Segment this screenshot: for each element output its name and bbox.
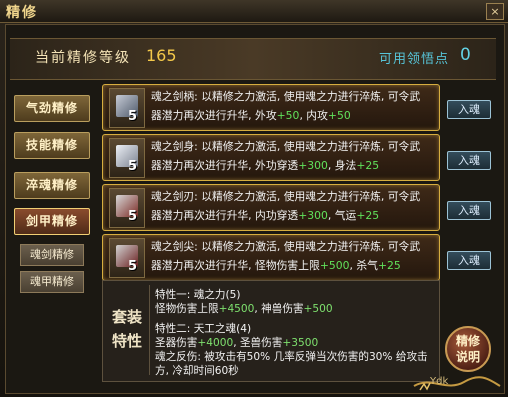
desc-prefix: 器潜力再次进行升华, 怪物伤害上限 [151, 259, 320, 272]
feature-1-prefix: 怪物伤害上限 [155, 303, 219, 315]
enhance-button-3[interactable]: 入魂 [447, 201, 491, 220]
feature-2-mid: , 圣兽伤害 [233, 337, 283, 349]
bonus-2: +25 [377, 259, 401, 272]
set-label-bottom: 特性 [111, 332, 142, 350]
desc-line-2: 器潜力再次进行升华, 怪物伤害上限+500, 杀气+25 [151, 256, 433, 275]
card-description: 魂之剑刃: 以精修之力激活, 使用魂之力进行淬炼, 可令武 器潜力再次进行升华,… [151, 187, 433, 225]
bonus-2: +25 [356, 209, 380, 222]
item-level: 5 [128, 259, 138, 274]
card-sword-tip: 5 魂之剑尖: 以精修之力激活, 使用魂之力进行淬炼, 可令武 器潜力再次进行升… [102, 234, 440, 281]
close-button[interactable]: × [486, 3, 504, 20]
feature-2-line-1: 圣器伤害+4000, 圣兽伤害+3500 [155, 336, 435, 350]
item-level: 5 [128, 109, 138, 124]
logo-text: Ydk [430, 376, 449, 387]
item-slot[interactable]: 5 [109, 138, 145, 178]
nav-sword-armor-refine[interactable]: 剑甲精修 [14, 208, 90, 235]
card-description: 魂之剑身: 以精修之力激活, 使用魂之力进行淬炼, 可令武 器潜力再次进行升华,… [151, 137, 433, 175]
item-level: 5 [128, 209, 138, 224]
bonus-1: +50 [276, 109, 300, 122]
feature-1-mid: , 神兽伤害 [254, 303, 304, 315]
desc-line-2: 器潜力再次进行升华, 外攻+50, 内攻+50 [151, 106, 433, 125]
feature-2-prefix: 圣器伤害 [155, 337, 198, 349]
bonus-2: +50 [327, 109, 351, 122]
nav-temper-refine[interactable]: 淬魂精修 [14, 172, 90, 199]
enhance-button-2[interactable]: 入魂 [447, 151, 491, 170]
item-slot[interactable]: 5 [109, 188, 145, 228]
set-features-panel: 套装 特性 特性一: 魂之力(5) 怪物伤害上限+4500, 神兽伤害+500 … [102, 280, 440, 382]
enhance-button-4[interactable]: 入魂 [447, 251, 491, 270]
set-features-text: 特性一: 魂之力(5) 怪物伤害上限+4500, 神兽伤害+500 特性二: 天… [155, 288, 435, 378]
item-slot[interactable]: 5 [109, 88, 145, 128]
feature-1-value-2: +500 [303, 303, 333, 315]
desc-mid: , 杀气 [349, 259, 378, 272]
refine-help-button[interactable]: 精修 说明 [445, 326, 491, 372]
feature-2-value: +4000 [197, 337, 234, 349]
set-label-top: 套装 [111, 308, 142, 326]
feature-1-title: 特性一: 魂之力(5) [155, 289, 241, 301]
item-level: 5 [128, 159, 138, 174]
feature-2-line-3: 方, 冷却时间60秒 [155, 365, 239, 377]
desc-mid: , 身法 [327, 159, 357, 172]
set-features-label: 套装 特性 [105, 285, 150, 375]
desc-mid: , 气运 [327, 209, 357, 222]
feature-2-title: 特性二: 天工之魂(4) [155, 323, 252, 335]
desc-line-2: 器潜力再次进行升华, 外功穿透+300, 身法+25 [151, 156, 433, 175]
current-level-value: 165 [146, 46, 177, 65]
feature-1-value: +4500 [218, 303, 255, 315]
desc-line-1: 魂之剑刃: 以精修之力激活, 使用魂之力进行淬炼, 可令武 [151, 190, 421, 203]
title-bar: 精修 × [0, 0, 508, 23]
desc-line-1: 魂之剑尖: 以精修之力激活, 使用魂之力进行淬炼, 可令武 [151, 240, 421, 253]
enhance-button-1[interactable]: 入魂 [447, 100, 491, 119]
desc-line-2: 器潜力再次进行升华, 内功穿透+300, 气运+25 [151, 206, 433, 225]
bonus-1: +500 [319, 259, 350, 272]
subnav-soul-armor[interactable]: 魂甲精修 [20, 271, 84, 293]
subnav-soul-sword[interactable]: 魂剑精修 [20, 244, 84, 266]
desc-prefix: 器潜力再次进行升华, 外攻 [151, 109, 277, 122]
card-sword-hilt: 5 魂之剑柄: 以精修之力激活, 使用魂之力进行淬炼, 可令武 器潜力再次进行升… [102, 84, 440, 131]
bonus-2: +25 [356, 159, 380, 172]
desc-prefix: 器潜力再次进行升华, 内功穿透 [151, 209, 299, 222]
logo: Ydk [412, 374, 502, 394]
card-description: 魂之剑尖: 以精修之力激活, 使用魂之力进行淬炼, 可令武 器潜力再次进行升华,… [151, 237, 433, 275]
current-level-label: 当前精修等级 [35, 50, 131, 66]
refine-window: 精修 × 当前精修等级 165 可用领悟点 0 气劲精修 技能精修 淬魂精修 剑… [0, 0, 508, 397]
item-slot[interactable]: 5 [109, 238, 145, 278]
feature-1-line: 怪物伤害上限+4500, 神兽伤害+500 [155, 302, 435, 316]
help-bottom-text: 说明 [455, 350, 480, 364]
nav-skill-refine[interactable]: 技能精修 [14, 132, 90, 159]
available-points-value: 0 [460, 45, 471, 65]
window-title: 精修 [6, 5, 38, 21]
card-description: 魂之剑柄: 以精修之力激活, 使用魂之力进行淬炼, 可令武 器潜力再次进行升华,… [151, 87, 433, 125]
card-sword-edge: 5 魂之剑刃: 以精修之力激活, 使用魂之力进行淬炼, 可令武 器潜力再次进行升… [102, 184, 440, 231]
desc-mid: , 内攻 [299, 109, 328, 122]
feature-2-line-2: 魂之反伤: 被攻击有50% 几率反弹当次伤害的30% 给攻击 [155, 351, 428, 363]
nav-qi-refine[interactable]: 气劲精修 [14, 95, 90, 122]
feature-2-value-2: +3500 [282, 337, 319, 349]
help-top-text: 精修 [455, 334, 480, 348]
logo-icon [413, 376, 501, 391]
card-sword-body: 5 魂之剑身: 以精修之力激活, 使用魂之力进行淬炼, 可令武 器潜力再次进行升… [102, 134, 440, 181]
desc-prefix: 器潜力再次进行升华, 外功穿透 [151, 159, 299, 172]
bonus-1: +300 [298, 209, 328, 222]
available-points-label: 可用领悟点 [379, 52, 450, 67]
bonus-1: +300 [298, 159, 328, 172]
desc-line-1: 魂之剑身: 以精修之力激活, 使用魂之力进行淬炼, 可令武 [151, 140, 421, 153]
desc-line-1: 魂之剑柄: 以精修之力激活, 使用魂之力进行淬炼, 可令武 [151, 90, 421, 103]
